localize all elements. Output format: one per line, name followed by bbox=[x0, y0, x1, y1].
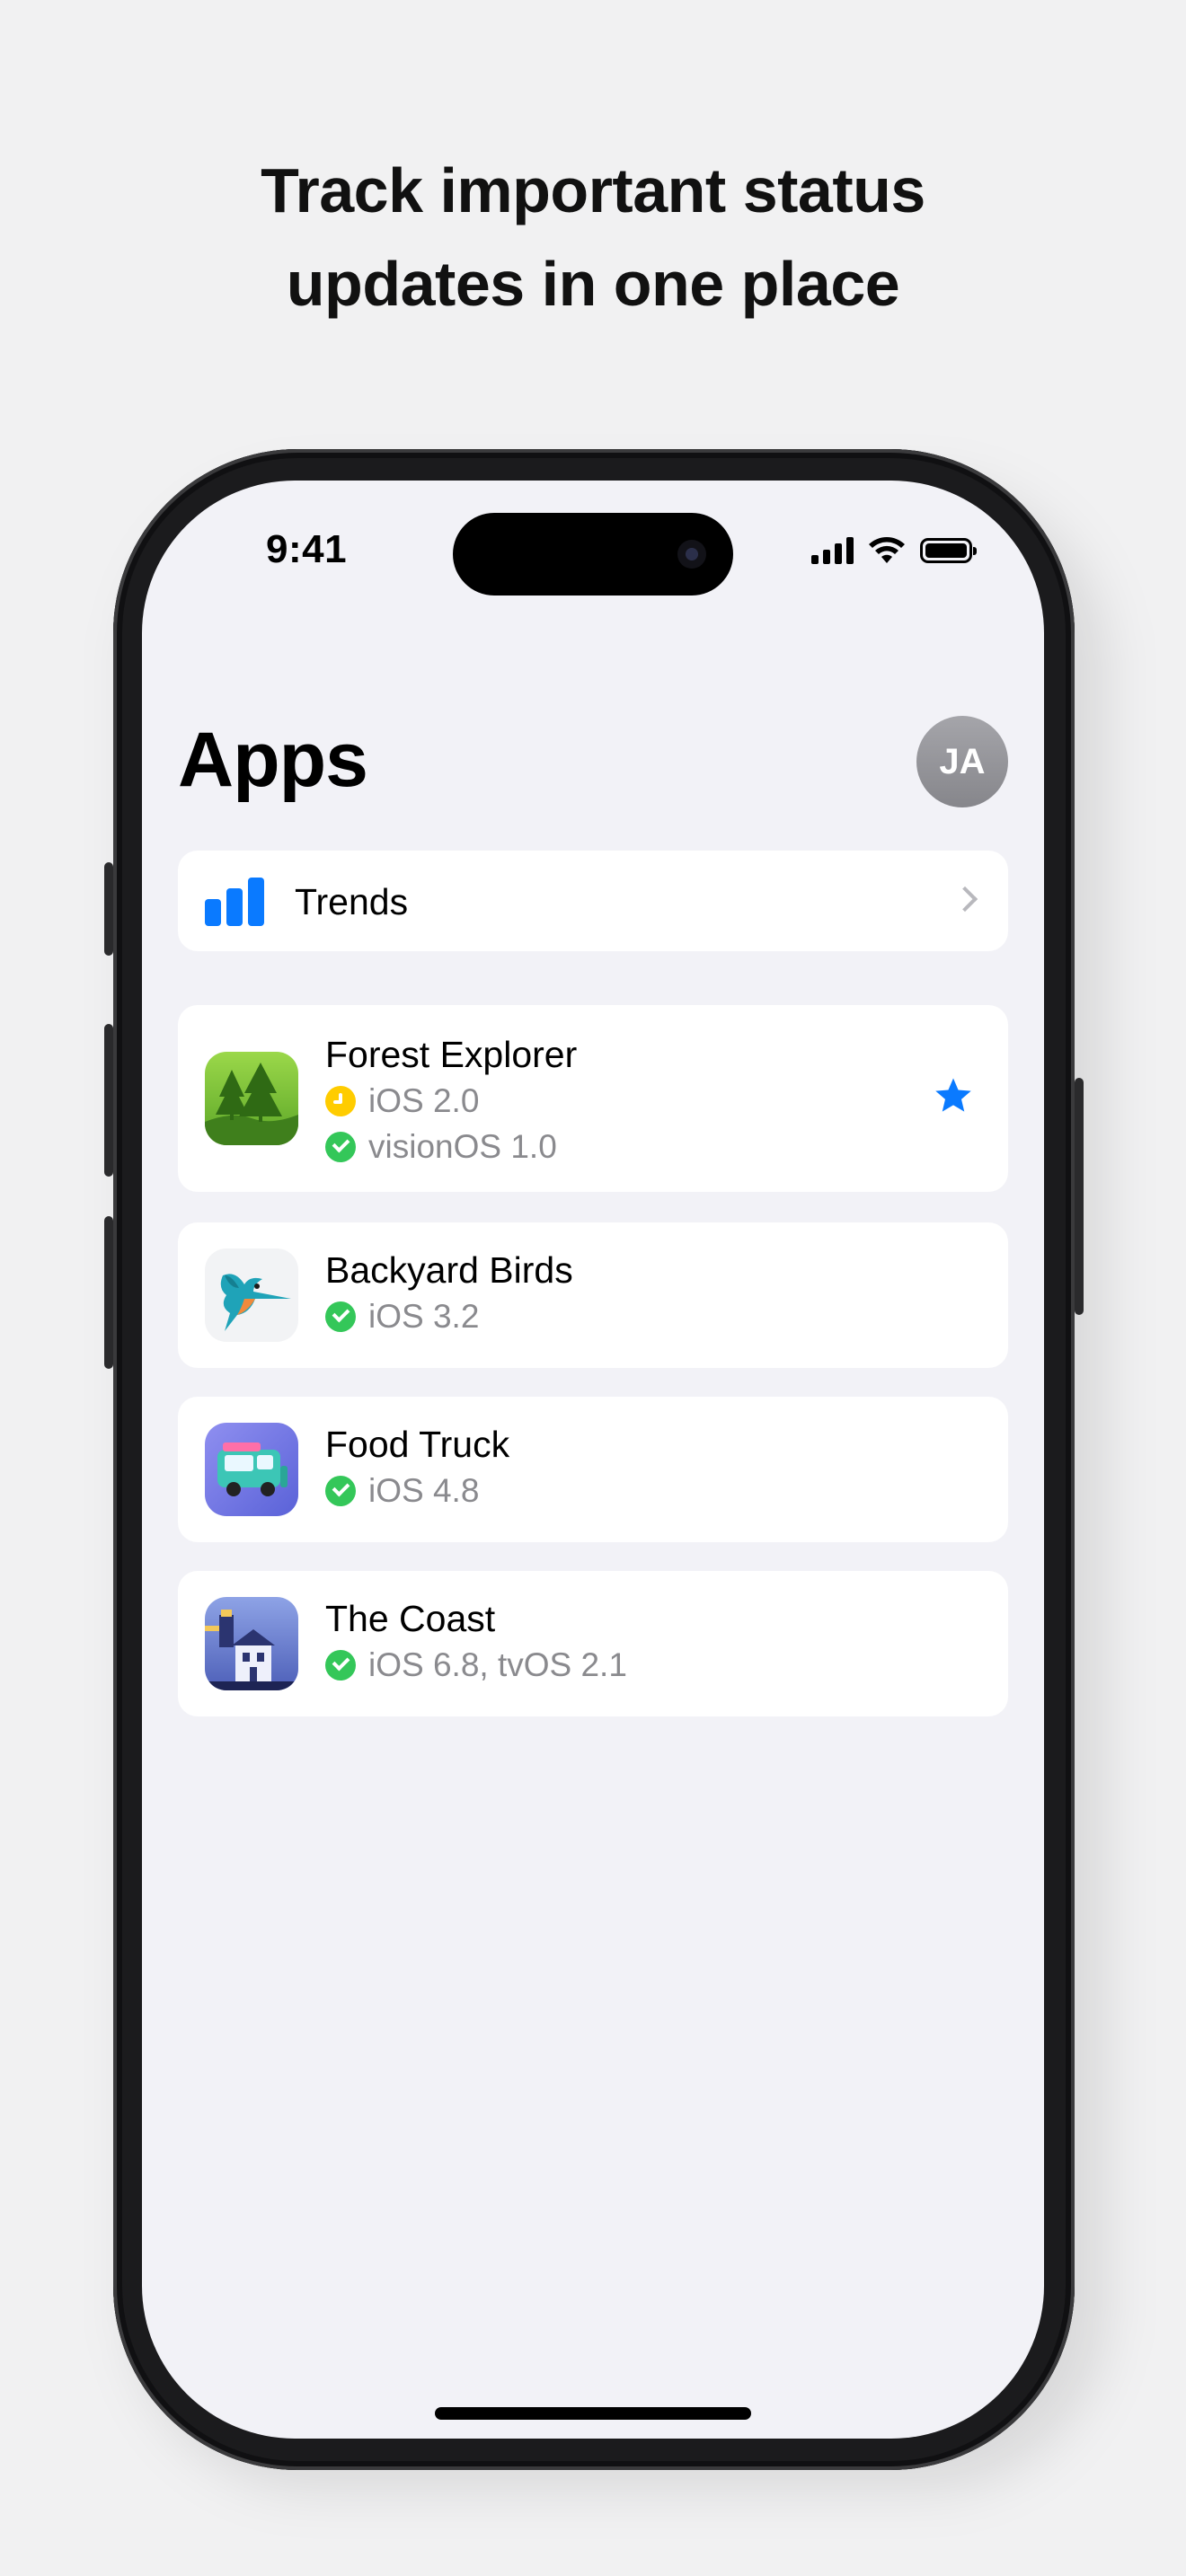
camera-icon bbox=[677, 540, 706, 569]
status-line: iOS 4.8 bbox=[325, 1472, 479, 1510]
app-name: Forest Explorer bbox=[325, 1034, 578, 1075]
list-item[interactable]: The Coast iOS 6.8, tvOS 2.1 bbox=[178, 1571, 1008, 1716]
approved-check-icon bbox=[325, 1476, 356, 1506]
cellular-signal-icon bbox=[811, 537, 854, 564]
headline-line-1: Track important status bbox=[261, 155, 925, 225]
wifi-icon bbox=[869, 537, 905, 563]
action-button bbox=[104, 862, 113, 956]
bar-chart-icon bbox=[205, 878, 264, 926]
trends-label: Trends bbox=[295, 881, 409, 922]
list-item[interactable]: Backyard Birds iOS 3.2 bbox=[178, 1222, 1008, 1368]
battery-icon bbox=[920, 538, 977, 563]
list-item[interactable]: Forest Explorer iOS 2.0 visionOS 1.0 bbox=[178, 1005, 1008, 1192]
status-time: 9:41 bbox=[266, 527, 348, 571]
headline-line-2: updates in one place bbox=[286, 249, 900, 319]
trends-row[interactable]: Trends bbox=[178, 851, 1008, 951]
status-text: iOS 4.8 bbox=[368, 1472, 480, 1509]
the-coast-app-icon bbox=[205, 1597, 298, 1690]
favorite-star-icon[interactable] bbox=[933, 1075, 974, 1116]
status-line: iOS 6.8, tvOS 2.1 bbox=[325, 1646, 627, 1684]
list-item[interactable]: Food Truck iOS 4.8 bbox=[178, 1397, 1008, 1542]
approved-check-icon bbox=[325, 1650, 356, 1681]
volume-down-button bbox=[104, 1216, 113, 1369]
volume-up-button bbox=[104, 1024, 113, 1177]
status-line: iOS 3.2 bbox=[325, 1298, 479, 1336]
chevron-right-icon bbox=[951, 886, 978, 913]
pending-clock-icon bbox=[325, 1086, 356, 1116]
food-truck-app-icon bbox=[205, 1423, 298, 1516]
marketing-headline: Track important status updates in one pl… bbox=[0, 144, 1186, 331]
status-text: iOS 2.0 bbox=[368, 1082, 480, 1119]
page-title: Apps bbox=[178, 717, 368, 803]
power-button bbox=[1075, 1078, 1084, 1315]
app-name: The Coast bbox=[325, 1598, 496, 1639]
status-text: iOS 6.8, tvOS 2.1 bbox=[368, 1646, 627, 1683]
avatar[interactable]: JA bbox=[916, 716, 1008, 807]
backyard-birds-app-icon bbox=[205, 1248, 298, 1342]
status-text: visionOS 1.0 bbox=[368, 1128, 557, 1165]
phone-screen: 9:41 Apps JA Trends Forest Explorer iOS … bbox=[142, 481, 1044, 2439]
status-line: iOS 2.0 bbox=[325, 1082, 479, 1120]
status-line: visionOS 1.0 bbox=[325, 1128, 557, 1166]
status-icons bbox=[811, 536, 977, 565]
dynamic-island bbox=[453, 513, 733, 595]
app-name: Food Truck bbox=[325, 1424, 510, 1465]
forest-explorer-app-icon bbox=[205, 1052, 298, 1145]
approved-check-icon bbox=[325, 1132, 356, 1162]
home-indicator[interactable] bbox=[435, 2407, 751, 2420]
app-name: Backyard Birds bbox=[325, 1249, 573, 1291]
status-text: iOS 3.2 bbox=[368, 1298, 480, 1335]
approved-check-icon bbox=[325, 1301, 356, 1332]
